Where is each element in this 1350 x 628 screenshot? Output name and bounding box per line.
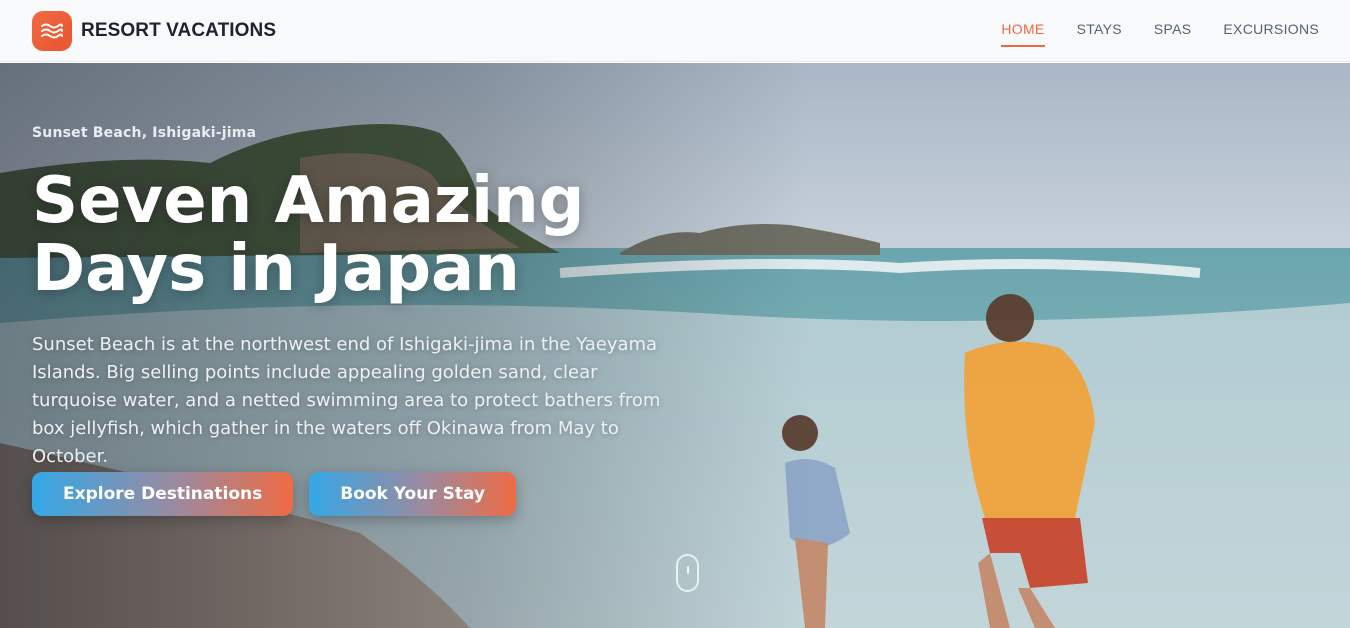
brand-name: RESORT VACATIONS [81,19,277,41]
book-your-stay-button[interactable]: Book Your Stay [309,472,517,516]
main-nav: HOME STAYS SPAS EXCURSIONS [1001,15,1319,47]
hero-section: Sunset Beach, Ishigaki-jima Seven Amazin… [0,63,1350,628]
hero-description: Sunset Beach is at the northwest end of … [32,334,661,467]
hero-cta-group: Explore Destinations Book Your Stay [32,472,517,516]
nav-item-spas[interactable]: SPAS [1154,15,1192,47]
mouse-scroll-icon[interactable] [676,554,699,592]
waves-icon [32,10,72,51]
hero-title: Seven Amazing Days in Japan [32,164,585,306]
explore-destinations-button[interactable]: Explore Destinations [32,472,294,516]
brand[interactable]: RESORT VACATIONS [32,10,277,51]
nav-item-excursions[interactable]: EXCURSIONS [1223,15,1319,47]
nav-item-stays[interactable]: STAYS [1077,15,1122,47]
nav-item-home[interactable]: HOME [1001,15,1045,47]
site-header: RESORT VACATIONS HOME STAYS SPAS EXCURSI… [0,0,1350,62]
hero-location: Sunset Beach, Ishigaki-jima [32,125,257,141]
scroll-dot [687,566,689,574]
